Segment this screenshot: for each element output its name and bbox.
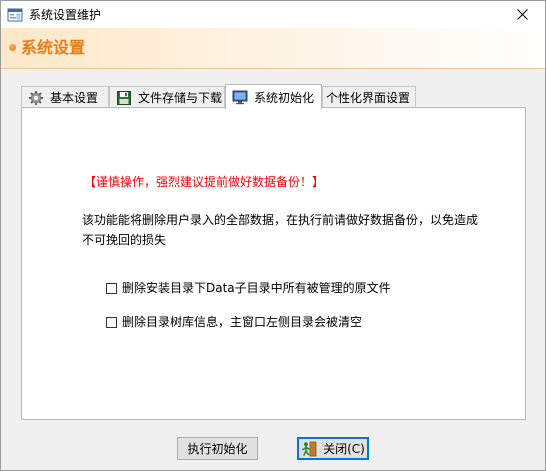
floppy-disk-icon <box>117 90 131 105</box>
tab-label: 系统初始化 <box>254 90 315 105</box>
delete-data-files-checkbox[interactable] <box>106 282 117 294</box>
section-banner: 系统设置 <box>1 28 545 69</box>
bullet-dot-icon <box>9 44 16 51</box>
tab-personalization[interactable]: 个性化界面设置 <box>322 86 416 108</box>
exit-person-icon <box>302 441 317 456</box>
execute-init-button[interactable]: 执行初始化 <box>177 437 258 460</box>
monitor-icon <box>232 90 248 105</box>
button-label: 执行初始化 <box>187 442 248 456</box>
gear-icon <box>29 90 43 105</box>
delete-tree-info-checkbox[interactable] <box>106 316 117 328</box>
tab-file-storage[interactable]: 文件存储与下载 <box>109 86 225 108</box>
tab-basic-settings[interactable]: 基本设置 <box>21 86 109 108</box>
warning-text: 【谨慎操作，强烈建议提前做好数据备份！】 <box>84 175 325 189</box>
close-button[interactable]: 关闭(C) <box>297 437 369 460</box>
title-bar: 系统设置维护 <box>1 1 545 28</box>
tab-label: 基本设置 <box>50 91 99 105</box>
delete-tree-info-option[interactable]: 删除目录树库信息，主窗口左侧目录会被清空 <box>106 314 362 330</box>
checkbox-label: 删除安装目录下Data子目录中所有被管理的原文件 <box>122 281 391 295</box>
delete-data-files-option[interactable]: 删除安装目录下Data子目录中所有被管理的原文件 <box>106 280 391 296</box>
window-close-button[interactable] <box>499 1 545 28</box>
settings-window: 系统设置维护 系统设置 基本设置 文件存储与下载 系统初始化 个性化界面设置 【… <box>0 0 546 471</box>
close-icon <box>516 9 528 20</box>
button-label: 关闭(C) <box>323 442 365 456</box>
description-text: 该功能能将删除用户录入的全部数据，在执行前请做好数据备份，以免造成不可挽回的损失 <box>82 213 479 247</box>
window-title: 系统设置维护 <box>29 8 102 22</box>
window-settings-icon <box>7 7 23 23</box>
tab-label: 个性化界面设置 <box>326 91 411 105</box>
tab-panel-system-init: 【谨慎操作，强烈建议提前做好数据备份！】 该功能能将删除用户录入的全部数据，在执… <box>21 107 526 420</box>
tab-label: 文件存储与下载 <box>138 91 223 105</box>
banner-title: 系统设置 <box>21 38 86 57</box>
tab-system-init[interactable]: 系统初始化 <box>225 84 322 109</box>
checkbox-label: 删除目录树库信息，主窗口左侧目录会被清空 <box>122 315 363 329</box>
